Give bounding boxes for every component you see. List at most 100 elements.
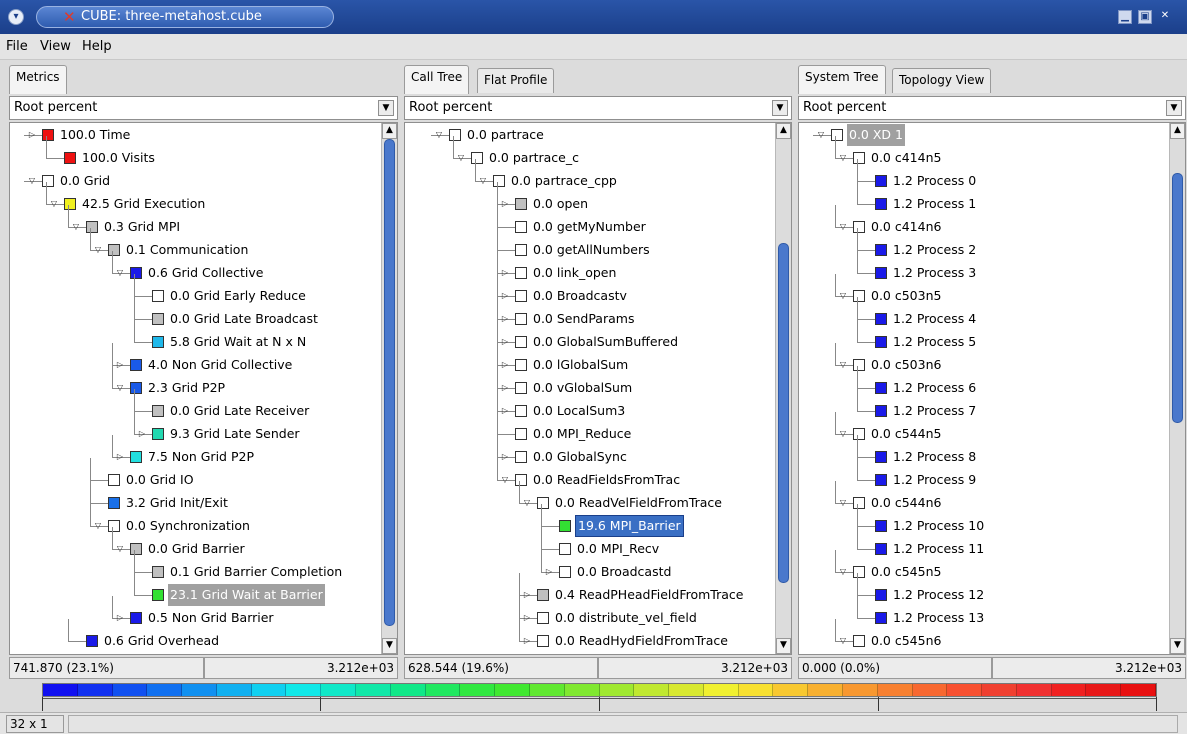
- system-tree[interactable]: ▽ 0.0 XD 1 ▽ 0.0 c414n5 1.2 Process 0 1.2 Pro…: [798, 122, 1186, 655]
- expand-arrow-icon[interactable]: ▷: [499, 193, 511, 215]
- tree-row-label[interactable]: 0.0 GlobalSync: [531, 446, 629, 468]
- tree-row-label[interactable]: 1.2 Process 6: [891, 377, 978, 399]
- tree-row-label[interactable]: 23.1 Grid Wait at Barrier: [168, 584, 325, 606]
- tree-row[interactable]: 100.0 Visits: [10, 136, 397, 169]
- tree-row[interactable]: 1.2 Process 5: [799, 320, 1185, 353]
- tree-row-label[interactable]: 0.0 ReadHydFieldFromTrace: [553, 630, 730, 652]
- tree-row-label[interactable]: 0.0 Grid: [58, 170, 112, 192]
- tree-row-label[interactable]: 0.0 MPI_Recv: [575, 538, 661, 560]
- tab-flat-profile[interactable]: Flat Profile: [477, 68, 555, 93]
- tree-row[interactable]: 0.0 Grid Late Receiver: [10, 389, 397, 422]
- tree-row[interactable]: 23.1 Grid Wait at Barrier: [10, 573, 397, 606]
- tree-row-label[interactable]: 1.2 Process 1: [891, 193, 978, 215]
- collapse-arrow-icon[interactable]: ▽: [92, 515, 104, 537]
- tree-row-label[interactable]: 0.0 LocalSum3: [531, 400, 627, 422]
- tree-row-label[interactable]: 0.0 distribute_vel_field: [553, 607, 699, 629]
- tree-row-label[interactable]: 1.2 Process 9: [891, 469, 978, 491]
- collapse-arrow-icon[interactable]: ▽: [114, 538, 126, 560]
- tree-row-label[interactable]: 0.6 Grid Collective: [146, 262, 265, 284]
- tree-row-label[interactable]: 0.0 c544n6: [869, 492, 943, 514]
- chevron-down-icon[interactable]: ▼: [378, 100, 394, 116]
- tree-row[interactable]: ▽ 0.0 Synchronization: [10, 504, 397, 537]
- collapse-arrow-icon[interactable]: ▽: [499, 469, 511, 491]
- chevron-down-icon[interactable]: ▼: [1166, 100, 1182, 116]
- tree-row[interactable]: ▽ 0.0 XD 1: [799, 124, 1185, 146]
- tree-row-label[interactable]: 1.2 Process 2: [891, 239, 978, 261]
- tree-row-label[interactable]: 9.3 Grid Late Sender: [168, 423, 302, 445]
- call-tree[interactable]: ▽ 0.0 partrace ▽ 0.0 partrace_c ▽ 0.0 partrac…: [404, 122, 792, 655]
- tree-row-label[interactable]: 0.0 GlobalSumBuffered: [531, 331, 680, 353]
- tree-row[interactable]: ▷ 0.0 open: [405, 182, 791, 215]
- collapse-arrow-icon[interactable]: ▽: [837, 285, 849, 307]
- tab-topology-view[interactable]: Topology View: [892, 68, 992, 93]
- tree-row-label[interactable]: 0.0 vGlobalSum: [531, 377, 634, 399]
- tree-row[interactable]: 1.2 Process 11: [799, 527, 1185, 560]
- expand-arrow-icon[interactable]: ▷: [499, 331, 511, 353]
- tree-row[interactable]: 19.6 MPI_Barrier: [405, 504, 791, 537]
- expand-arrow-icon[interactable]: ▷: [499, 446, 511, 468]
- tree-row[interactable]: 3.2 Grid Init/Exit: [10, 481, 397, 514]
- collapse-arrow-icon[interactable]: ▽: [477, 170, 489, 192]
- tree-row-label[interactable]: 0.0 c414n5: [869, 147, 943, 169]
- tree-row[interactable]: ▷ 0.0 ReadHydFieldFromTrace: [405, 619, 791, 652]
- tree-row[interactable]: ▷ 9.3 Grid Late Sender: [10, 412, 397, 445]
- tree-row-label[interactable]: 0.0 Broadcastd: [575, 561, 673, 583]
- tree-row-label[interactable]: 0.0 partrace: [465, 124, 546, 146]
- tab-call-tree[interactable]: Call Tree: [404, 65, 470, 94]
- collapse-arrow-icon[interactable]: ▽: [26, 170, 38, 192]
- tree-row-label[interactable]: 0.0 SendParams: [531, 308, 636, 330]
- tree-row[interactable]: 1.2 Process 3: [799, 251, 1185, 284]
- collapse-arrow-icon[interactable]: ▽: [815, 124, 827, 146]
- collapse-arrow-icon[interactable]: ▽: [837, 492, 849, 514]
- collapse-arrow-icon[interactable]: ▽: [114, 377, 126, 399]
- tree-row[interactable]: ▷ 0.0 Broadcastv: [405, 274, 791, 307]
- scroll-up-icon[interactable]: ▲: [776, 123, 791, 139]
- collapse-arrow-icon[interactable]: ▽: [837, 216, 849, 238]
- tree-row[interactable]: ▷ 0.0 link_open: [405, 251, 791, 284]
- systemtree-scrollbar[interactable]: ▲ ▼: [1169, 123, 1185, 654]
- expand-arrow-icon[interactable]: ▷: [521, 630, 533, 652]
- tree-row[interactable]: ▷ 0.4 ReadPHeadFieldFromTrace: [405, 573, 791, 606]
- tree-row-label[interactable]: 0.0 c414n6: [869, 216, 943, 238]
- tab-metrics[interactable]: Metrics: [9, 65, 67, 94]
- expand-arrow-icon[interactable]: ▷: [499, 377, 511, 399]
- expand-arrow-icon[interactable]: ▷: [114, 607, 126, 629]
- tree-row-label[interactable]: 0.0 ReadVelFieldFromTrace: [553, 492, 724, 514]
- tree-row-label[interactable]: 0.0 Grid Late Broadcast: [168, 308, 320, 330]
- tree-row-label[interactable]: 100.0 Time: [58, 124, 132, 146]
- menu-file[interactable]: File: [6, 39, 28, 54]
- tree-row[interactable]: ▽ 0.1 Communication: [10, 228, 397, 261]
- tree-row[interactable]: ▷ 0.0 vGlobalSum: [405, 366, 791, 399]
- tree-row[interactable]: ▷ 100.0 Time: [10, 124, 397, 146]
- maximize-icon[interactable]: ▣: [1138, 10, 1152, 24]
- tree-row-label[interactable]: 42.5 Grid Execution: [80, 193, 207, 215]
- tree-row[interactable]: ▷ 0.0 GlobalSync: [405, 435, 791, 468]
- tree-row[interactable]: ▷ 0.0 lGlobalSum: [405, 343, 791, 376]
- tree-row-label[interactable]: 0.0 partrace_cpp: [509, 170, 619, 192]
- tree-row-label[interactable]: 0.0 lGlobalSum: [531, 354, 630, 376]
- window-title-pill[interactable]: ✕ CUBE: three-metahost.cube: [36, 6, 334, 28]
- tree-row-label[interactable]: 100.0 Visits: [80, 147, 157, 169]
- tree-row[interactable]: ▽ 0.0 partrace_c: [405, 136, 791, 169]
- tree-row[interactable]: 5.8 Grid Wait at N x N: [10, 320, 397, 353]
- tree-row[interactable]: 0.1 Grid Barrier Completion: [10, 550, 397, 583]
- tree-row-label[interactable]: 5.8 Grid Wait at N x N: [168, 331, 308, 353]
- tree-row[interactable]: ▽ 0.0 ReadVelFieldFromTrace: [405, 481, 791, 514]
- collapse-arrow-icon[interactable]: ▽: [521, 492, 533, 514]
- tree-row[interactable]: ▷ 7.5 Non Grid P2P: [10, 435, 397, 468]
- collapse-arrow-icon[interactable]: ▽: [92, 239, 104, 261]
- tree-row[interactable]: ▽ 0.0 Grid: [10, 170, 397, 192]
- tree-row[interactable]: ▽ 0.0 partrace_cpp: [405, 159, 791, 192]
- tree-row[interactable]: 0.0 Grid Late Broadcast: [10, 297, 397, 330]
- metrics-tree[interactable]: ▷ 100.0 Time 100.0 Visits ▽ 0.0 Grid ▽ 42.5 Gr…: [9, 122, 398, 655]
- scroll-down-icon[interactable]: ▼: [776, 638, 791, 654]
- tree-row[interactable]: 0.0 getAllNumbers: [405, 228, 791, 261]
- tree-row-label[interactable]: 1.2 Process 10: [891, 515, 986, 537]
- expand-arrow-icon[interactable]: ▷: [499, 285, 511, 307]
- tree-row[interactable]: 0.0 getMyNumber: [405, 205, 791, 238]
- tree-row[interactable]: 1.2 Process 7: [799, 389, 1185, 422]
- tree-row-label[interactable]: 0.0 XD 1: [847, 124, 905, 146]
- systemtree-value-mode-select[interactable]: Root percent ▼: [798, 96, 1186, 120]
- tree-row[interactable]: 1.2 Process 13: [799, 596, 1185, 629]
- metrics-value-mode-select[interactable]: Root percent ▼: [9, 96, 398, 120]
